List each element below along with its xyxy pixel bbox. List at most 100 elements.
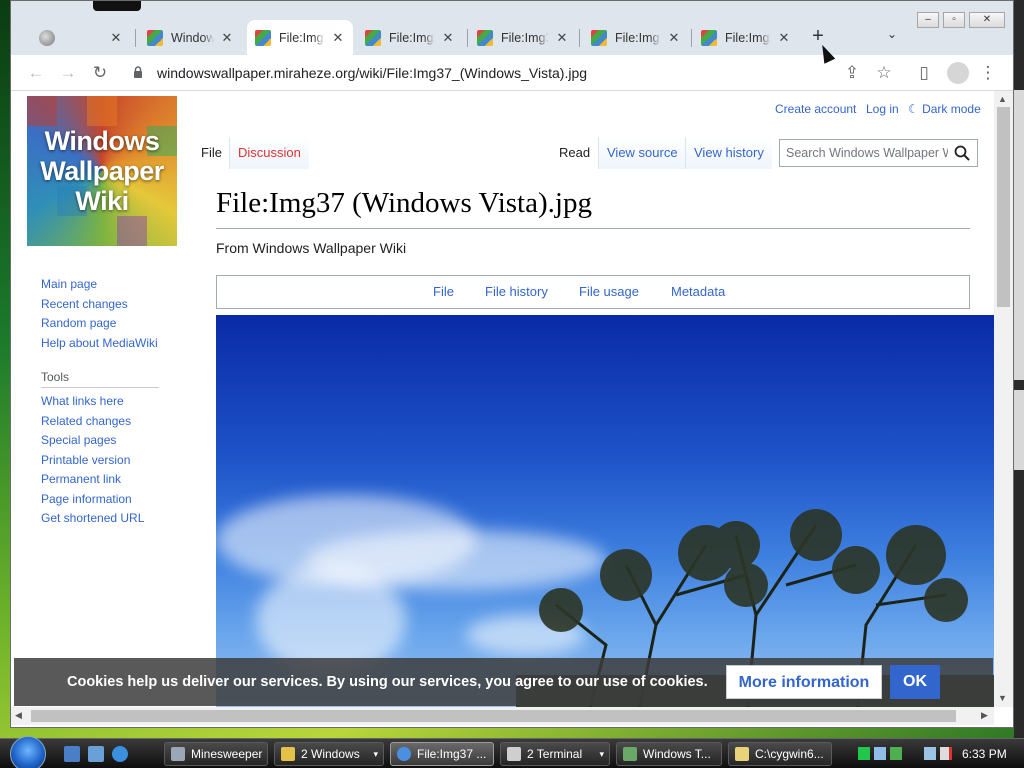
tab-discussion[interactable]: Discussion [229, 137, 309, 169]
tab-separator [579, 29, 580, 47]
group-dropdown-icon: ▾ [599, 749, 604, 759]
file-toc-usage[interactable]: File usage [579, 284, 639, 299]
tab-view-source[interactable]: View source [598, 137, 686, 169]
scroll-up-icon[interactable]: ▲ [998, 94, 1007, 104]
taskbar-item-windows-task[interactable]: Windows T... [616, 742, 722, 766]
share-icon[interactable]: ⇪ [841, 62, 863, 84]
tool-page-information[interactable]: Page information [41, 490, 144, 510]
dark-mode-toggle[interactable]: ☾ Dark mode [908, 102, 981, 116]
lock-icon [134, 66, 142, 78]
file-toc-history[interactable]: File history [485, 284, 548, 299]
file-toc-metadata[interactable]: Metadata [671, 284, 725, 299]
tab-title: File:Img37 [501, 30, 549, 45]
tab[interactable]: File:Img37 ✕ [693, 20, 799, 55]
horizontal-scrollbar[interactable]: ◀ ▶ [11, 707, 994, 725]
create-account-link[interactable]: Create account [775, 102, 856, 116]
wiki-logo[interactable]: Windows Wallpaper Wiki [27, 96, 177, 246]
more-information-button[interactable]: More information [726, 665, 882, 699]
tool-what-links-here[interactable]: What links here [41, 392, 144, 412]
tab-close-icon[interactable]: ✕ [220, 30, 234, 46]
search-input[interactable]: Search Windows Wallpaper Wiki [779, 139, 978, 167]
file-toc-file[interactable]: File [433, 284, 454, 299]
wallpaper-image[interactable] [216, 315, 994, 707]
close-window-button[interactable]: ✕ [969, 12, 1005, 28]
cookie-banner: Cookies help us deliver our services. By… [14, 658, 993, 706]
taskbar-item-minesweeper[interactable]: Minesweeper [164, 742, 268, 766]
tray-app-icon[interactable] [874, 747, 886, 760]
tab-close-icon[interactable]: ✕ [667, 30, 681, 46]
search-icon[interactable] [954, 145, 970, 161]
network-icon[interactable] [924, 747, 936, 760]
tab[interactable]: Windows ✕ [139, 20, 242, 55]
internet-explorer-icon[interactable] [112, 746, 128, 762]
switch-windows-icon[interactable] [88, 746, 104, 762]
wiki-favicon-icon [255, 29, 271, 46]
wiki-favicon-icon [365, 29, 381, 46]
back-button[interactable]: ← [25, 62, 47, 84]
tab-view-history[interactable]: View history [685, 137, 772, 169]
minimize-button[interactable]: – [917, 12, 939, 28]
title-divider [216, 228, 970, 229]
tool-special-pages[interactable]: Special pages [41, 431, 144, 451]
forward-button[interactable]: → [57, 62, 79, 84]
scrollbar-thumb[interactable] [31, 710, 956, 722]
taskbar-item-label: 2 Windows [301, 747, 360, 761]
volume-muted-icon[interactable] [940, 747, 952, 760]
profile-avatar-icon[interactable] [947, 62, 969, 84]
tab-read[interactable]: Read [551, 137, 599, 169]
tab-close-icon[interactable]: ✕ [441, 30, 455, 46]
start-button[interactable] [10, 736, 46, 768]
tool-related-changes[interactable]: Related changes [41, 412, 144, 432]
tab-active[interactable]: File:Img37 ✕ [247, 20, 353, 55]
taskbar-item-windows-group[interactable]: 2 Windows ▾ [274, 742, 384, 766]
tab-close-icon[interactable]: ✕ [777, 30, 791, 46]
side-panel-icon[interactable]: ▯ [913, 62, 935, 84]
taskbar-item-label: C:\cygwin6... [755, 747, 824, 761]
notepad-icon [735, 747, 749, 761]
scrollbar-thumb[interactable] [997, 107, 1010, 307]
scroll-right-icon[interactable]: ▶ [981, 710, 988, 721]
sidebar-item-random-page[interactable]: Random page [41, 314, 158, 334]
bookmark-star-icon[interactable]: ☆ [873, 62, 895, 84]
page-viewport: Windows Wallpaper Wiki Main page Recent … [11, 91, 994, 707]
restore-button[interactable]: ▫ [943, 12, 965, 28]
file-sections-nav: File File history File usage Metadata [216, 275, 970, 309]
tool-permanent-link[interactable]: Permanent link [41, 470, 144, 490]
ok-button[interactable]: OK [890, 665, 940, 699]
vertical-scrollbar[interactable]: ▲ ▼ [994, 91, 1013, 707]
tray-app-icon[interactable] [858, 747, 870, 760]
tab-file[interactable]: File [193, 137, 230, 169]
taskbar: Minesweeper 2 Windows ▾ File:Img37 ... 2… [0, 736, 1024, 768]
tab-close-icon[interactable]: ✕ [331, 30, 345, 46]
tab[interactable]: File:Img37 ✕ [583, 20, 689, 55]
terminal-icon [507, 747, 521, 761]
tab-close-icon[interactable]: ✕ [109, 30, 123, 46]
sidebar-item-main-page[interactable]: Main page [41, 275, 158, 295]
tab-title: Windows [171, 30, 214, 45]
taskbar-item-terminal-group[interactable]: 2 Terminal ▾ [500, 742, 610, 766]
tab-separator [467, 29, 468, 47]
wiki-favicon-icon [591, 29, 607, 46]
tab[interactable]: File:Img37 ✕ [357, 20, 463, 55]
sidebar-item-help[interactable]: Help about MediaWiki [41, 334, 158, 354]
tab[interactable]: File:Img37 ✕ [469, 20, 577, 55]
log-in-link[interactable]: Log in [866, 102, 899, 116]
show-desktop-icon[interactable] [64, 746, 80, 762]
menu-icon[interactable]: ⋮ [977, 62, 999, 84]
reload-button[interactable]: ↻ [89, 62, 111, 84]
scroll-down-icon[interactable]: ▼ [998, 693, 1007, 703]
sidebar-item-recent-changes[interactable]: Recent changes [41, 295, 158, 315]
taskbar-item-browser[interactable]: File:Img37 ... [390, 742, 494, 766]
address-bar[interactable]: windowswallpaper.miraheze.org/wiki/File:… [123, 59, 836, 87]
tool-printable-version[interactable]: Printable version [41, 451, 144, 471]
tray-app-icon[interactable] [890, 747, 902, 760]
system-tray: 6:33 PM [852, 739, 1024, 768]
browser-toolbar: ← → ↻ windowswallpaper.miraheze.org/wiki… [11, 55, 1013, 91]
scroll-left-icon[interactable]: ◀ [15, 710, 22, 721]
clock[interactable]: 6:33 PM [962, 747, 1007, 761]
tab-close-icon[interactable]: ✕ [555, 30, 569, 46]
tab-search-button[interactable]: ⌄ [887, 27, 897, 41]
taskbar-item-cygwin[interactable]: C:\cygwin6... [728, 742, 832, 766]
tool-get-shortened-url[interactable]: Get shortened URL [41, 509, 144, 529]
tab[interactable]: ✕ [31, 20, 131, 55]
